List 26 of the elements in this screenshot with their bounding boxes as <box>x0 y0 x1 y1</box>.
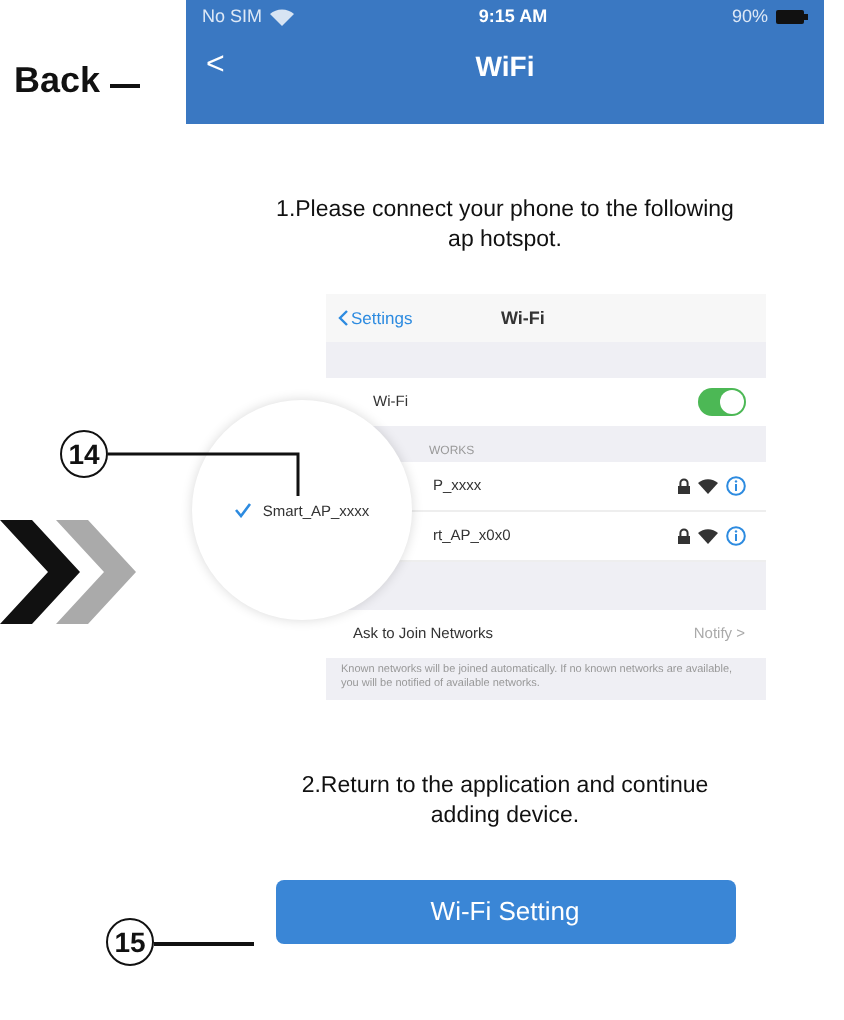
battery-text: 90% <box>731 6 768 26</box>
callout-number: 14 <box>60 430 108 478</box>
lock-icon <box>677 527 689 544</box>
settings-back-link[interactable]: Settings <box>351 307 413 328</box>
wifi-icon <box>270 7 295 25</box>
clock-text: 9:15 AM <box>476 6 550 26</box>
info-icon[interactable] <box>725 475 745 496</box>
screen-title: WiFi <box>475 50 535 82</box>
wifi-icon <box>697 527 717 544</box>
chevron-left-icon <box>337 309 347 326</box>
settings-title: Wi-Fi <box>501 307 545 328</box>
leader-line <box>154 942 254 945</box>
back-button[interactable]: < <box>198 48 233 84</box>
carrier-text: No SIM <box>202 6 263 26</box>
info-icon[interactable] <box>725 525 745 546</box>
double-chevron-icon <box>0 520 136 624</box>
instruction-text: 1.Please connect your phone to the following ap hotspot. <box>274 196 736 256</box>
leader-line <box>110 84 140 87</box>
wifi-toggle[interactable] <box>697 387 745 416</box>
battery-icon <box>776 9 808 23</box>
callout-number: 15 <box>106 918 154 966</box>
wifi-icon <box>697 477 717 494</box>
lock-icon <box>677 477 689 494</box>
back-callout-label: Back <box>14 60 101 102</box>
wifi-setting-button[interactable]: Wi-Fi Setting <box>275 879 735 943</box>
instruction-text: 2.Return to the application and continue adding device. <box>299 771 711 831</box>
